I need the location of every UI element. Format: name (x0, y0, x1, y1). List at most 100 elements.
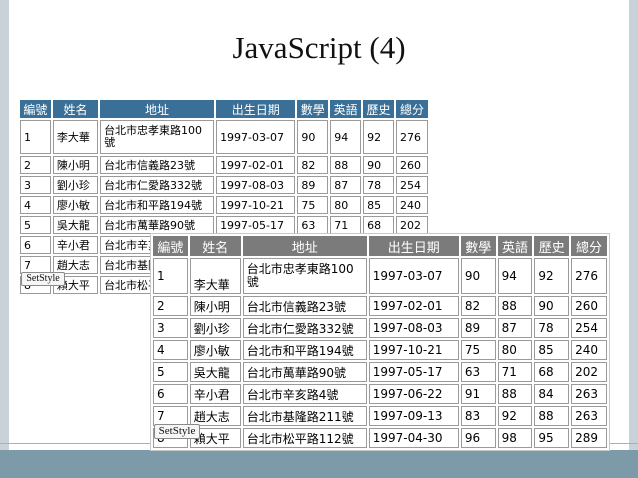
cell-history: 68 (363, 216, 394, 234)
table-header-row: 編號 姓名 地址 出生日期 數學 英語 歷史 總分 (153, 236, 607, 256)
slide-footer-bar (0, 450, 638, 478)
cell-birthdate: 1997-08-03 (216, 176, 296, 194)
cell-id: 3 (20, 176, 51, 194)
header-id: 編號 (153, 236, 188, 256)
cell-math: 89 (297, 176, 329, 194)
cell-english: 71 (330, 216, 362, 234)
header-total: 總分 (571, 236, 607, 256)
table-row: 2 陳小明 台北市信義路23號 1997-02-01 82 88 90 260 (20, 156, 428, 174)
cell-history: 90 (534, 296, 570, 316)
cell-total: 289 (571, 428, 607, 448)
cell-id: 5 (20, 216, 51, 234)
table-header-row: 編號 姓名 地址 出生日期 數學 英語 歷史 總分 (20, 100, 428, 118)
cell-birthdate: 1997-03-07 (368, 258, 459, 294)
cell-math: 63 (460, 362, 496, 382)
cell-birthdate: 1997-06-22 (368, 384, 459, 404)
cell-address: 台北市和平路194號 (242, 340, 367, 360)
cell-total: 260 (395, 156, 428, 174)
cell-name: 李大華 (52, 120, 99, 154)
cell-name: 劉小珍 (189, 318, 241, 338)
cell-english: 87 (330, 176, 362, 194)
student-table-styled: 編號 姓名 地址 出生日期 數學 英語 歷史 總分 1 李大華 台北市忠孝東路1… (150, 233, 610, 451)
header-birthdate: 出生日期 (368, 236, 459, 256)
cell-address: 台北市仁愛路332號 (100, 176, 215, 194)
cell-birthdate: 1997-02-01 (368, 296, 459, 316)
cell-birthdate: 1997-03-07 (216, 120, 296, 154)
cell-math: 90 (297, 120, 329, 154)
cell-math: 75 (460, 340, 496, 360)
cell-address: 台北市松平路112號 (242, 428, 367, 448)
table-row: 8 賴大平 台北市松平路112號 1997-04-30 96 98 95 289 (153, 428, 607, 448)
cell-id: 1 (20, 120, 51, 154)
cell-total: 254 (395, 176, 428, 194)
table-row: 1 李大華 台北市忠孝東路100號 1997-03-07 90 94 92 27… (153, 258, 607, 294)
header-history: 歷史 (363, 100, 394, 118)
cell-total: 240 (395, 196, 428, 214)
table-row: 4 廖小敏 台北市和平路194號 1997-10-21 75 80 85 240 (153, 340, 607, 360)
cell-address: 台北市和平路194號 (100, 196, 215, 214)
cell-name: 李大華 (189, 258, 241, 294)
cell-history: 92 (363, 120, 394, 154)
cell-history: 68 (534, 362, 570, 382)
cell-birthdate: 1997-02-01 (216, 156, 296, 174)
cell-total: 276 (395, 120, 428, 154)
cell-id: 3 (153, 318, 188, 338)
header-english: 英語 (330, 100, 362, 118)
cell-address: 台北市萬華路90號 (100, 216, 215, 234)
header-address: 地址 (242, 236, 367, 256)
header-history: 歷史 (534, 236, 570, 256)
cell-id: 7 (153, 406, 188, 426)
header-name: 姓名 (52, 100, 99, 118)
cell-name: 吳大龍 (189, 362, 241, 382)
cell-name: 趙大志 (189, 406, 241, 426)
cell-birthdate: 1997-10-21 (216, 196, 296, 214)
cell-total: 240 (571, 340, 607, 360)
cell-id: 2 (153, 296, 188, 316)
setstyle-button[interactable]: SetStyle (21, 272, 65, 286)
cell-english: 71 (497, 362, 533, 382)
cell-id: 2 (20, 156, 51, 174)
cell-name: 陳小明 (52, 156, 99, 174)
cell-english: 88 (497, 384, 533, 404)
cell-math: 91 (460, 384, 496, 404)
cell-total: 260 (571, 296, 607, 316)
cell-birthdate: 1997-05-17 (368, 362, 459, 382)
table-row: 3 劉小珍 台北市仁愛路332號 1997-08-03 89 87 78 254 (153, 318, 607, 338)
setstyle-button[interactable]: SetStyle (154, 424, 200, 439)
cell-math: 82 (460, 296, 496, 316)
cell-address: 台北市仁愛路332號 (242, 318, 367, 338)
cell-address: 台北市忠孝東路100號 (242, 258, 367, 294)
cell-address: 台北市忠孝東路100號 (100, 120, 215, 154)
cell-math: 83 (460, 406, 496, 426)
cell-math: 82 (297, 156, 329, 174)
cell-birthdate: 1997-09-13 (368, 406, 459, 426)
header-english: 英語 (497, 236, 533, 256)
table-row: 5 吳大龍 台北市萬華路90號 1997-05-17 63 71 68 202 (153, 362, 607, 382)
table-row: 2 陳小明 台北市信義路23號 1997-02-01 82 88 90 260 (153, 296, 607, 316)
cell-math: 96 (460, 428, 496, 448)
cell-history: 88 (534, 406, 570, 426)
cell-name: 劉小珍 (52, 176, 99, 194)
cell-address: 台北市信義路23號 (100, 156, 215, 174)
cell-history: 84 (534, 384, 570, 404)
cell-name: 辛小君 (52, 236, 99, 254)
slide-right-border (629, 0, 638, 478)
cell-english: 80 (330, 196, 362, 214)
header-math: 數學 (297, 100, 329, 118)
cell-english: 88 (497, 296, 533, 316)
cell-english: 98 (497, 428, 533, 448)
cell-english: 94 (497, 258, 533, 294)
cell-history: 92 (534, 258, 570, 294)
cell-birthdate: 1997-10-21 (368, 340, 459, 360)
cell-history: 85 (363, 196, 394, 214)
cell-math: 75 (297, 196, 329, 214)
cell-id: 6 (153, 384, 188, 404)
cell-address: 台北市基隆路211號 (242, 406, 367, 426)
slide-title: JavaScript (4) (232, 30, 406, 65)
cell-total: 254 (571, 318, 607, 338)
cell-name: 陳小明 (189, 296, 241, 316)
table-row: 5 吳大龍 台北市萬華路90號 1997-05-17 63 71 68 202 (20, 216, 428, 234)
table-row: 1 李大華 台北市忠孝東路100號 1997-03-07 90 94 92 27… (20, 120, 428, 154)
cell-total: 263 (571, 406, 607, 426)
table-row: 7 趙大志 台北市基隆路211號 1997-09-13 83 92 88 263 (153, 406, 607, 426)
